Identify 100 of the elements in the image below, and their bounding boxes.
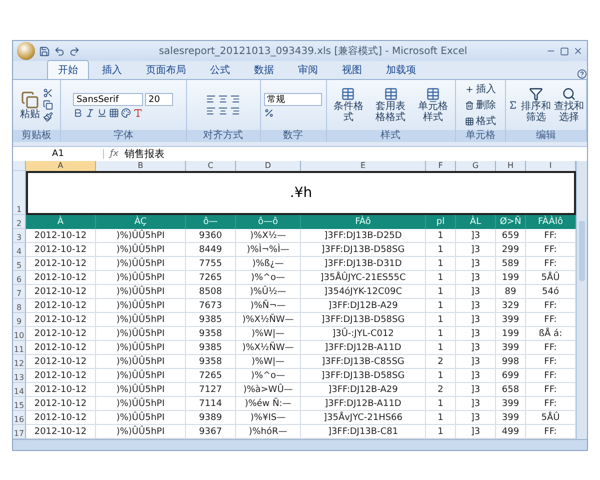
redo-icon[interactable] [69, 46, 80, 56]
table-cell: 2012-10-12 [26, 411, 96, 425]
formula-content[interactable]: 销售报表 [124, 147, 164, 161]
table-cell: )%)ÛÛ5hPI [96, 369, 186, 383]
table-cell: 299 [496, 243, 526, 257]
table-cell: 9389 [186, 411, 236, 425]
header-cell: FÀÀlô [526, 215, 576, 229]
font-color-icon[interactable] [133, 108, 144, 118]
cell-button[interactable]: 格式 [464, 114, 496, 128]
row-header[interactable]: 4 [13, 243, 26, 257]
row-header[interactable]: 10 [13, 327, 26, 341]
column-header[interactable]: I [526, 161, 576, 171]
table-cell: 7673 [186, 299, 236, 313]
font-name-field[interactable]: SansSerif [73, 92, 144, 106]
column-header[interactable]: C [186, 161, 236, 171]
row-header[interactable]: 11 [13, 341, 26, 355]
table-cell: 399 [496, 411, 526, 425]
table-cell: ]3 [456, 299, 496, 313]
ribbon-tab[interactable]: 审阅 [287, 60, 329, 79]
ribbon-tab[interactable]: 页面布局 [135, 60, 197, 79]
header-cell: ô— [186, 215, 236, 229]
name-box[interactable]: A1 [13, 149, 104, 159]
row-header[interactable]: 15 [13, 397, 26, 411]
italic-icon[interactable] [85, 108, 96, 118]
style-button[interactable]: 套用表格格式 [371, 87, 410, 123]
table-cell: 9385 [186, 313, 236, 327]
table-cell: )%X½ÑW— [236, 313, 301, 327]
editing-button[interactable]: 排序和筛选 [521, 87, 551, 123]
row-header[interactable]: 12 [13, 355, 26, 369]
table-cell: ]3FF:DJ12B-A29 [301, 299, 426, 313]
plus-icon [464, 84, 474, 94]
cell-button[interactable]: 删除 [464, 98, 496, 112]
ribbon-tab[interactable]: 数据 [243, 60, 285, 79]
cut-icon[interactable] [43, 88, 54, 98]
column-header[interactable]: F [426, 161, 456, 171]
table-cell: ]3 [456, 341, 496, 355]
align-left-icon[interactable] [206, 106, 216, 116]
border-icon[interactable] [109, 108, 120, 118]
table-cell: 2012-10-12 [26, 313, 96, 327]
table-cell: 8449 [186, 243, 236, 257]
title-cell[interactable]: .¥h [26, 171, 576, 215]
table-cell: ]3 [456, 243, 496, 257]
column-header[interactable]: A [26, 161, 96, 171]
paste-button[interactable]: 粘贴 [20, 90, 40, 120]
insert-function-button[interactable]: ƒx [104, 149, 124, 159]
ribbon-tab[interactable]: 开始 [47, 60, 89, 79]
help-icon[interactable] [577, 69, 587, 79]
column-header[interactable]: D [236, 161, 301, 171]
row-header[interactable]: 5 [13, 257, 26, 271]
align-right-icon[interactable] [230, 106, 240, 116]
table-cell: )%X½— [236, 229, 301, 243]
row-header[interactable]: 16 [13, 411, 26, 425]
column-header[interactable]: H [496, 161, 526, 171]
table-cell: )%W|— [236, 355, 301, 369]
row-header[interactable]: 13 [13, 369, 26, 383]
fill-color-icon[interactable] [121, 108, 132, 118]
table-cell: 1 [426, 341, 456, 355]
row-header[interactable]: 2 [13, 215, 26, 229]
table-cell: 329 [496, 299, 526, 313]
font-size-field[interactable]: 20 [145, 92, 174, 106]
office-button[interactable] [17, 42, 35, 60]
underline-icon[interactable] [97, 108, 108, 118]
bold-icon[interactable] [73, 108, 84, 118]
editing-button[interactable]: 查找和选择 [554, 87, 584, 123]
table-cell: ]3Û-:JYL-C012 [301, 327, 426, 341]
maximize-icon[interactable] [560, 46, 569, 56]
column-header[interactable]: B [96, 161, 186, 171]
percent-icon[interactable] [264, 108, 274, 118]
style-button[interactable]: 条件格式 [328, 87, 368, 123]
ribbon-tab[interactable]: 公式 [199, 60, 241, 79]
ribbon-tab[interactable]: 加载项 [375, 60, 427, 79]
copy-icon[interactable] [43, 100, 54, 110]
table-cell: 659 [496, 229, 526, 243]
row-header[interactable]: 3 [13, 229, 26, 243]
row-header[interactable]: 8 [13, 299, 26, 313]
style-button[interactable]: 单元格样式 [413, 87, 453, 123]
row-header[interactable]: 17 [13, 425, 26, 439]
column-header[interactable]: E [301, 161, 426, 171]
row-header[interactable]: 14 [13, 383, 26, 397]
column-header[interactable]: G [456, 161, 496, 171]
row-header[interactable]: 7 [13, 285, 26, 299]
undo-icon[interactable] [54, 46, 65, 56]
row-header[interactable]: 6 [13, 271, 26, 285]
number-format-field[interactable]: 常规 [264, 92, 322, 106]
row-header[interactable]: 9 [13, 313, 26, 327]
close-icon[interactable] [573, 46, 583, 56]
header-cell: Ø>Ñ [496, 215, 526, 229]
table-cell: 2012-10-12 [26, 397, 96, 411]
table-cell: 7127 [186, 383, 236, 397]
table-cell: 199 [496, 271, 526, 285]
group-label: 字体 [61, 130, 186, 142]
save-icon[interactable] [39, 46, 50, 56]
format-painter-icon[interactable] [43, 112, 54, 122]
ribbon-tab[interactable]: 插入 [91, 60, 133, 79]
align-center-icon[interactable] [218, 106, 228, 116]
row-header[interactable]: 1 [13, 171, 26, 215]
vertical-scrollbar[interactable] [576, 161, 587, 439]
ribbon-tab[interactable]: 视图 [331, 60, 373, 79]
cell-button[interactable]: 插入 [464, 82, 496, 96]
sum-icon[interactable] [508, 100, 518, 110]
